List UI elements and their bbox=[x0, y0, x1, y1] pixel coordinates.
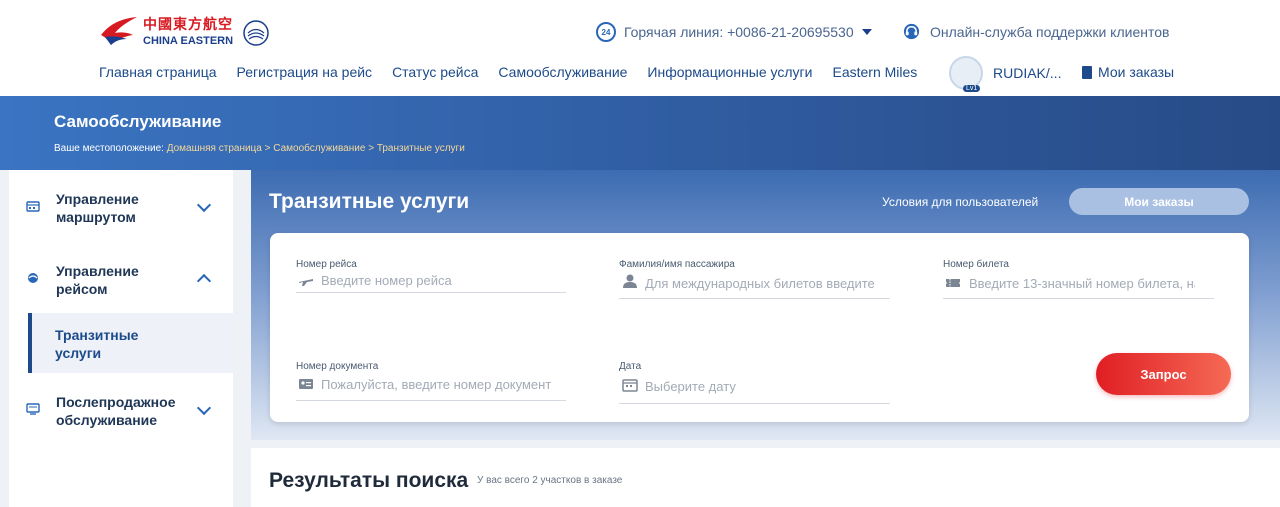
page-banner: Самообслуживание Ваше местоположение: До… bbox=[0, 96, 1280, 170]
nav-check-in[interactable]: Регистрация на рейс bbox=[237, 64, 373, 80]
flight-number-label: Номер рейса bbox=[296, 259, 357, 270]
logo-english-text: CHINA EASTERN bbox=[143, 34, 234, 47]
my-orders-button[interactable]: Мои заказы bbox=[1069, 188, 1249, 215]
id-card-icon bbox=[299, 379, 313, 389]
divider bbox=[619, 403, 890, 404]
date-field: Дата bbox=[619, 361, 890, 405]
breadcrumb-separator: > bbox=[261, 143, 274, 154]
ticket-number-field: Номер билета bbox=[943, 259, 1214, 299]
sidebar-subitem-transit-services[interactable]: Транзитные услуги bbox=[28, 313, 233, 373]
chevron-down-icon bbox=[196, 197, 212, 213]
main-nav: Главная страница Регистрация на рейс Ста… bbox=[99, 64, 937, 80]
support-label: Онлайн-служба поддержки клиентов bbox=[930, 23, 1170, 40]
headset-icon bbox=[903, 23, 920, 40]
date-input[interactable] bbox=[645, 376, 879, 396]
nav-info-services[interactable]: Информационные услуги bbox=[647, 64, 812, 80]
sidebar-subitem-label: Транзитные услуги bbox=[55, 327, 139, 361]
document-number-label: Номер документа bbox=[296, 361, 379, 372]
flight-icon bbox=[28, 273, 38, 283]
avatar: Lv1 bbox=[949, 56, 983, 92]
passenger-name-field: Фамилия/имя пассажира bbox=[619, 259, 890, 299]
swallow-logo-icon bbox=[101, 17, 137, 45]
query-button[interactable]: Запрос bbox=[1096, 353, 1231, 395]
top-header: 中國東方航空 CHINA EASTERN 24 Горячая линия: +… bbox=[0, 0, 1280, 96]
results-note: У вас всего 2 участков в заказе bbox=[477, 475, 623, 486]
calendar-icon bbox=[622, 379, 638, 392]
user-terms-link[interactable]: Условия для пользователей bbox=[882, 195, 1038, 209]
document-number-input[interactable] bbox=[321, 374, 556, 394]
flight-number-input[interactable] bbox=[321, 270, 556, 290]
document-icon bbox=[1082, 65, 1092, 79]
breadcrumb: Ваше местоположение: Домашняя страница >… bbox=[54, 143, 465, 154]
monitor-icon bbox=[26, 403, 40, 415]
sidebar-item-flight-management[interactable]: Управление рейсом bbox=[9, 262, 233, 302]
ticket-icon bbox=[946, 279, 960, 287]
skyteam-icon bbox=[243, 20, 269, 46]
my-orders-label: Мои заказы bbox=[1098, 64, 1175, 80]
sidebar-item-label: Управление маршрутом bbox=[56, 191, 139, 225]
breadcrumb-prefix: Ваше местоположение: bbox=[54, 143, 167, 154]
breadcrumb-separator: > bbox=[365, 143, 377, 154]
sidebar-item-label: Управление рейсом bbox=[56, 263, 139, 297]
passenger-name-input[interactable] bbox=[645, 273, 879, 293]
divider bbox=[619, 298, 890, 299]
person-icon bbox=[623, 274, 637, 288]
document-number-field: Номер документа bbox=[296, 361, 566, 403]
ticket-number-input[interactable] bbox=[969, 273, 1195, 293]
chevron-down-icon bbox=[196, 400, 212, 416]
date-label: Дата bbox=[619, 361, 642, 372]
breadcrumb-home[interactable]: Домашняя страница bbox=[167, 143, 262, 154]
passenger-name-label: Фамилия/имя пассажира bbox=[619, 259, 735, 270]
logo-chinese-text: 中國東方航空 bbox=[143, 16, 233, 33]
flight-number-field: Номер рейса bbox=[296, 259, 566, 293]
chevron-up-icon bbox=[196, 273, 212, 289]
ticket-number-label: Номер билета bbox=[943, 259, 1009, 270]
breadcrumb-self-service[interactable]: Самообслуживание bbox=[273, 143, 365, 154]
caret-down-icon bbox=[861, 29, 872, 35]
plane-icon bbox=[299, 279, 313, 286]
user-menu[interactable]: Lv1 RUDIAK/... bbox=[949, 56, 1062, 92]
sidebar-item-route-management[interactable]: Управление маршрутом bbox=[9, 190, 233, 230]
search-form: Номер рейса Фамилия/имя пассажира Номер … bbox=[270, 233, 1249, 422]
online-support-link[interactable]: Онлайн-служба поддержки клиентов bbox=[902, 22, 1169, 41]
divider bbox=[943, 298, 1214, 299]
results-title: Результаты поиска bbox=[269, 469, 469, 492]
panel-title: Транзитные услуги bbox=[269, 190, 470, 213]
nav-self-service[interactable]: Самообслуживание bbox=[498, 64, 627, 80]
sidebar-item-label: Послепродажное обслуживание bbox=[56, 394, 176, 428]
nav-home[interactable]: Главная страница bbox=[99, 64, 217, 80]
divider bbox=[296, 292, 566, 293]
sidebar-item-after-sales[interactable]: Послепродажное обслуживание bbox=[9, 393, 233, 433]
sidebar: Управление маршрутом Управление рейсом Т… bbox=[9, 170, 233, 507]
page-title: Самообслуживание bbox=[54, 112, 222, 131]
user-level-badge: Lv1 bbox=[963, 85, 981, 92]
user-name: RUDIAK/... bbox=[993, 65, 1062, 81]
breadcrumb-current: Транзитные услуги bbox=[376, 143, 465, 154]
my-orders-link[interactable]: Мои заказы bbox=[1082, 64, 1174, 80]
hotline-label: Горячая линия: +0086-21-20695530 bbox=[624, 24, 854, 40]
hotline-24-icon: 24 bbox=[596, 22, 616, 42]
calendar-icon bbox=[26, 201, 40, 212]
nav-flight-status[interactable]: Статус рейса bbox=[392, 64, 478, 80]
china-eastern-logo[interactable]: 中國東方航空 CHINA EASTERN bbox=[99, 15, 271, 49]
search-results: Результаты поиска У вас всего 2 участков… bbox=[251, 448, 1280, 507]
nav-eastern-miles[interactable]: Eastern Miles bbox=[832, 64, 917, 80]
hotline[interactable]: 24 Горячая линия: +0086-21-20695530 bbox=[596, 22, 872, 42]
divider bbox=[296, 400, 566, 401]
